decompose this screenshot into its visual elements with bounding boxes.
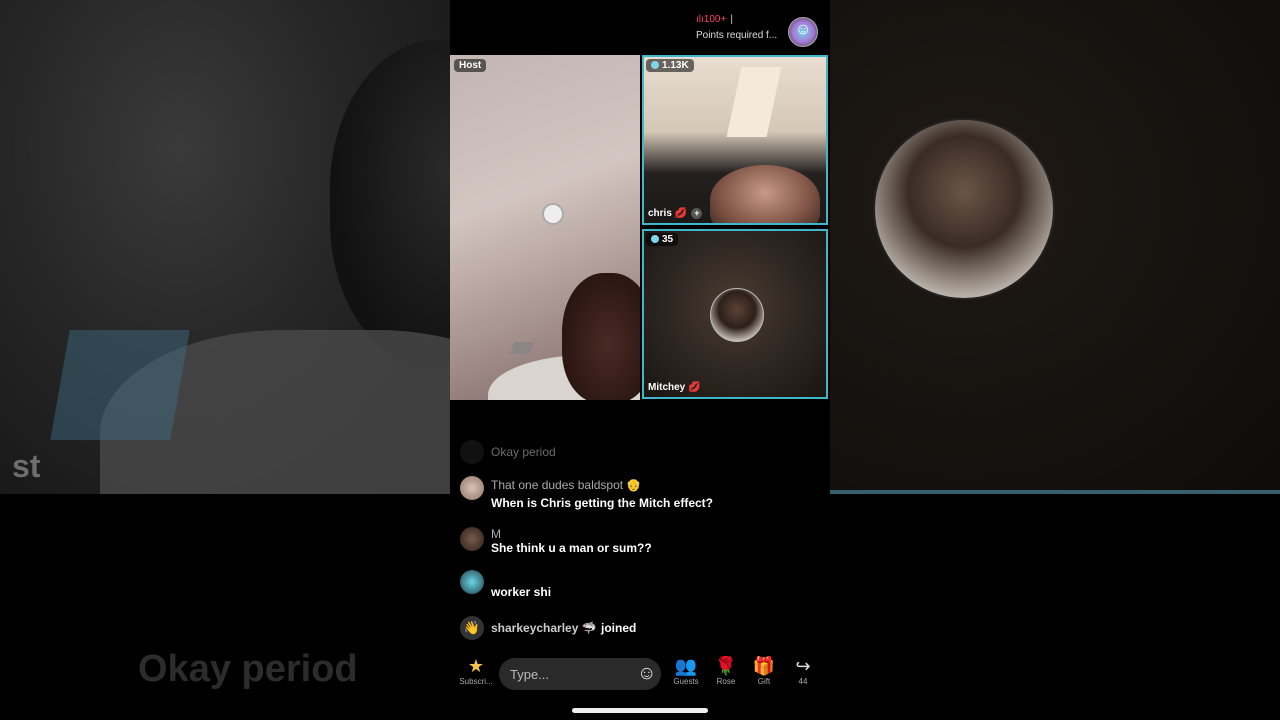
share-count: 44: [798, 677, 808, 686]
chat-username[interactable]: That one dudes baldspot 👴: [491, 478, 641, 492]
chat-message: That one dudes baldspot 👴 When is Chris …: [460, 476, 820, 516]
share-icon: ↪: [795, 656, 811, 676]
wall-shape: [726, 67, 782, 137]
guest-score: 1.13K: [662, 60, 689, 71]
guest-name: chris: [648, 208, 672, 219]
ceiling-vent: [509, 342, 535, 354]
guests-label: Guests: [673, 677, 699, 686]
guest-avatar: [710, 288, 764, 342]
bottom-action-bar: ★ Subscri... Type... ☺ 👥 Guests 🌹 Rose 🎁…: [450, 655, 830, 693]
guests-button[interactable]: 👥 Guests: [668, 655, 704, 686]
chat-message-text: She think u a man or sum??: [491, 541, 652, 555]
chat-message-text: Okay period: [491, 445, 556, 459]
viewer-avatar[interactable]: [788, 17, 818, 47]
join-notification: 👋 sharkeycharley 🦈 joined: [460, 616, 820, 640]
background-window-light: [50, 330, 190, 440]
ceiling-light: [542, 203, 564, 225]
gift-icon: 🎁: [752, 656, 776, 676]
emoji-icon[interactable]: ☺: [637, 663, 656, 685]
subscribe-label: Subscri...: [459, 677, 493, 686]
background-user-text: st: [12, 448, 41, 484]
background-face: [330, 40, 450, 370]
gem-icon: [651, 235, 659, 243]
avatar[interactable]: [460, 570, 484, 594]
guest-name-tag: Mitchey 💋: [648, 382, 701, 393]
follow-plus-icon[interactable]: +: [691, 208, 703, 219]
chat-message: M She think u a man or sum??: [460, 527, 820, 567]
score-indicator[interactable]: ılı100+ |: [696, 14, 733, 25]
rose-label: Rose: [716, 677, 736, 686]
score-value: 100+: [703, 14, 727, 25]
gem-icon: [651, 61, 659, 69]
comment-input[interactable]: Type... ☺: [499, 658, 661, 690]
chat-message-text: worker shi: [491, 585, 552, 599]
live-stream-screen: ılı100+| Points required f... Host st 1.…: [450, 0, 830, 720]
host-face: [562, 273, 640, 400]
avatar[interactable]: [460, 527, 484, 551]
avatar: [460, 440, 484, 464]
star-icon: ★: [467, 656, 485, 676]
background-right-border: [830, 490, 1280, 494]
background-left-video: st: [0, 0, 450, 494]
comment-placeholder: Type...: [510, 667, 550, 682]
background-caption: Okay period: [138, 648, 358, 690]
chat-username[interactable]: M: [491, 527, 501, 541]
background-avatar: [873, 118, 1055, 300]
rose-button[interactable]: 🌹 Rose: [708, 655, 744, 686]
guest-score-badge: 1.13K: [646, 59, 694, 72]
chat-message: Okay period: [460, 440, 820, 464]
gift-button[interactable]: 🎁 Gift: [746, 655, 782, 686]
guests-icon: 👥: [674, 656, 698, 676]
joined-username[interactable]: sharkeycharley 🦈: [491, 621, 597, 635]
avatar[interactable]: [460, 476, 484, 500]
lips-icon: 💋: [674, 208, 688, 219]
host-badge: Host: [454, 59, 487, 72]
share-button[interactable]: ↪ 44: [785, 655, 821, 686]
subscribe-button[interactable]: ★ Subscri...: [458, 655, 494, 686]
guest-score: 35: [662, 234, 674, 245]
wave-icon: 👋: [460, 616, 484, 640]
chart-icon: ılı: [696, 14, 704, 25]
home-indicator[interactable]: [572, 708, 708, 713]
rose-icon: 🌹: [714, 656, 738, 676]
separator: |: [730, 14, 733, 25]
lips-icon: 💋: [688, 382, 701, 393]
host-video-tile[interactable]: Host st: [450, 55, 640, 400]
joined-text: joined: [601, 621, 637, 635]
guest-name: Mitchey: [648, 382, 686, 393]
gift-label: Gift: [757, 677, 771, 686]
chat-message: worker shi: [460, 570, 820, 610]
guest-face: [710, 165, 820, 223]
guest-name-tag: chris 💋 +: [648, 208, 703, 219]
chat-message-text: When is Chris getting the Mitch effect?: [491, 496, 714, 510]
guest-tile-mitchey[interactable]: 35 Mitchey 💋: [642, 229, 828, 399]
points-required-label[interactable]: Points required f...: [696, 30, 777, 41]
guest-tile-chris[interactable]: 1.13K chris 💋 +: [642, 55, 828, 225]
guest-score-badge: 35: [646, 233, 679, 246]
